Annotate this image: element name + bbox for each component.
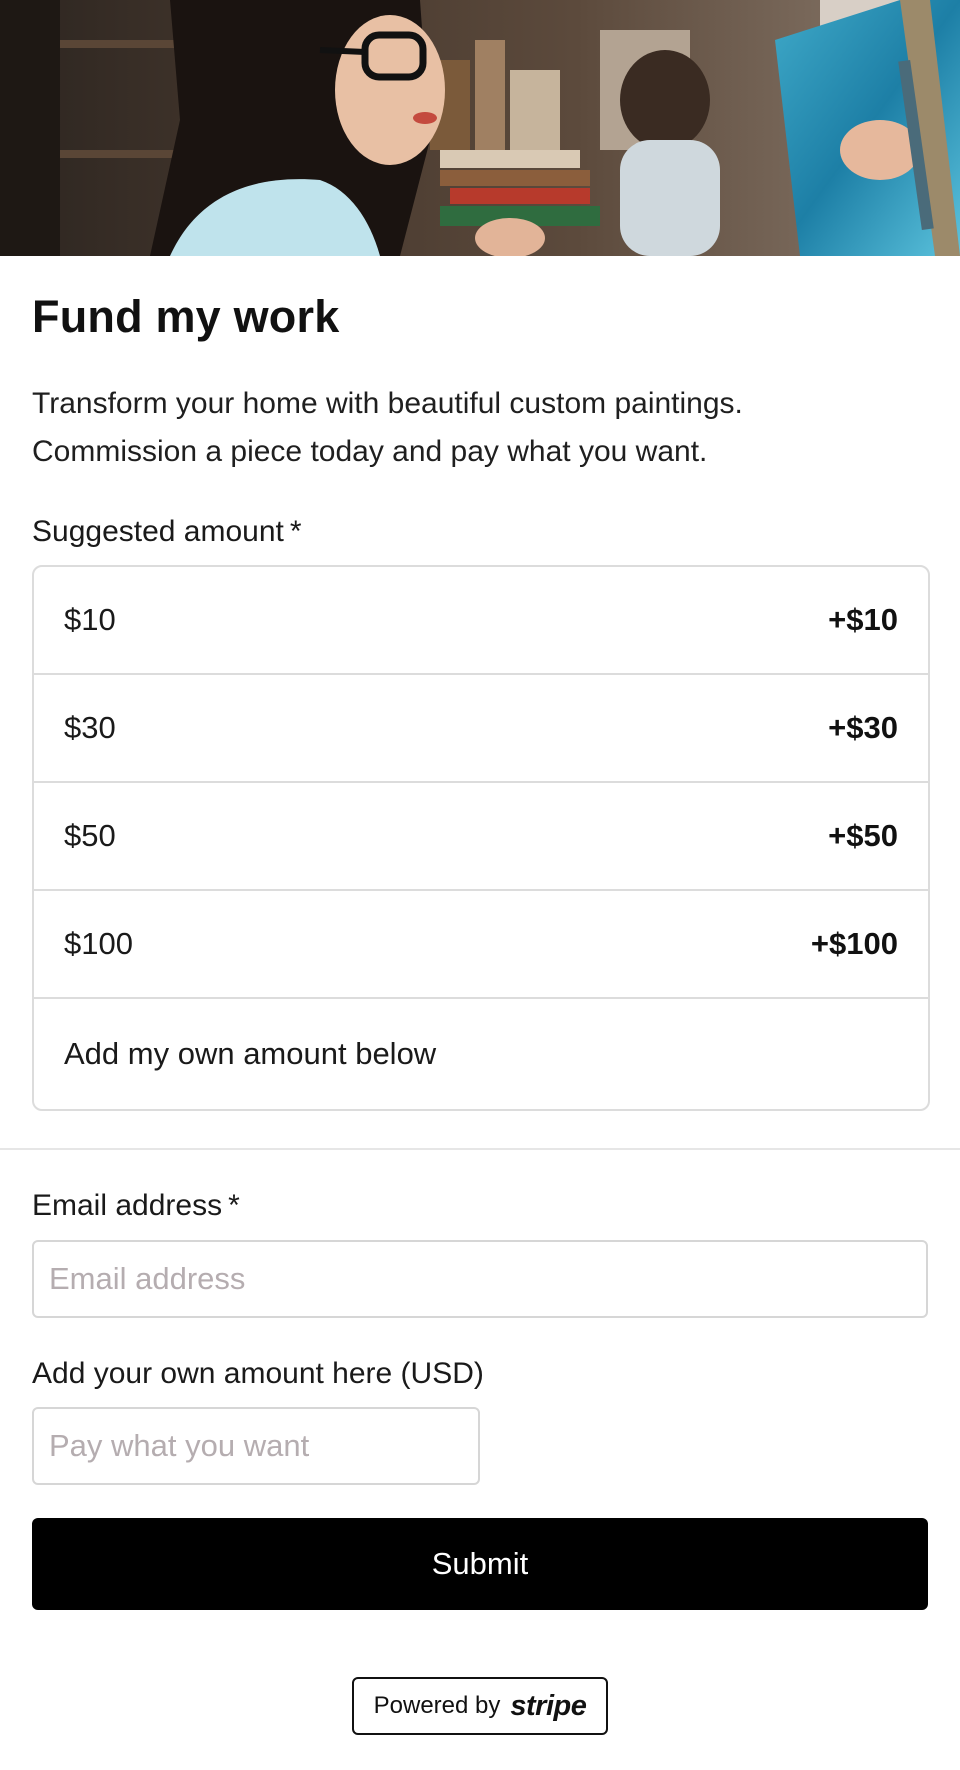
option-price: +$100: [810, 926, 898, 961]
option-price: +$10: [828, 602, 898, 637]
description-line-1: Transform your home with beautiful custo…: [32, 387, 743, 420]
email-label: Email address *: [32, 1186, 240, 1226]
description-line-2: Commission a piece today and pay what yo…: [32, 435, 708, 468]
page-title: Fund my work: [32, 291, 340, 342]
option-label: $100: [64, 926, 133, 961]
required-mark: *: [228, 1189, 240, 1222]
email-field[interactable]: [32, 1240, 928, 1318]
amount-option-30[interactable]: $30 +$30: [34, 675, 928, 783]
amount-option-10[interactable]: $10 +$10: [34, 567, 928, 675]
custom-amount-label: Add your own amount here (USD): [32, 1357, 484, 1390]
amount-option-custom[interactable]: Add my own amount below: [34, 999, 928, 1109]
suggested-amount-options: $10 +$10 $30 +$30 $50 +$50 $100 +$100 Ad…: [32, 565, 930, 1111]
custom-amount-input[interactable]: [32, 1407, 480, 1485]
hero-photo-illustration: [0, 0, 960, 256]
required-mark: *: [289, 515, 302, 548]
suggested-amount-label: Suggested amount *: [32, 512, 302, 552]
powered-by-stripe-link[interactable]: Powered by stripe: [352, 1677, 608, 1735]
option-label: $50: [64, 818, 116, 853]
option-label: $10: [64, 602, 116, 637]
submit-button[interactable]: Submit: [32, 1518, 928, 1610]
option-price: +$30: [828, 710, 898, 745]
hero-image: [0, 0, 960, 256]
email-label-text: Email address: [32, 1189, 223, 1222]
amount-option-50[interactable]: $50 +$50: [34, 783, 928, 891]
amount-option-100[interactable]: $100 +$100: [34, 891, 928, 999]
option-price: +$50: [828, 818, 898, 853]
page-description: Transform your home with beautiful custo…: [32, 380, 912, 476]
section-divider: [0, 1148, 960, 1150]
powered-by-text: Powered by: [373, 1692, 501, 1719]
stripe-logo: stripe: [510, 1689, 587, 1722]
suggested-amount-label-text: Suggested amount: [32, 515, 284, 548]
option-label: Add my own amount below: [64, 1036, 437, 1071]
option-label: $30: [64, 710, 116, 745]
